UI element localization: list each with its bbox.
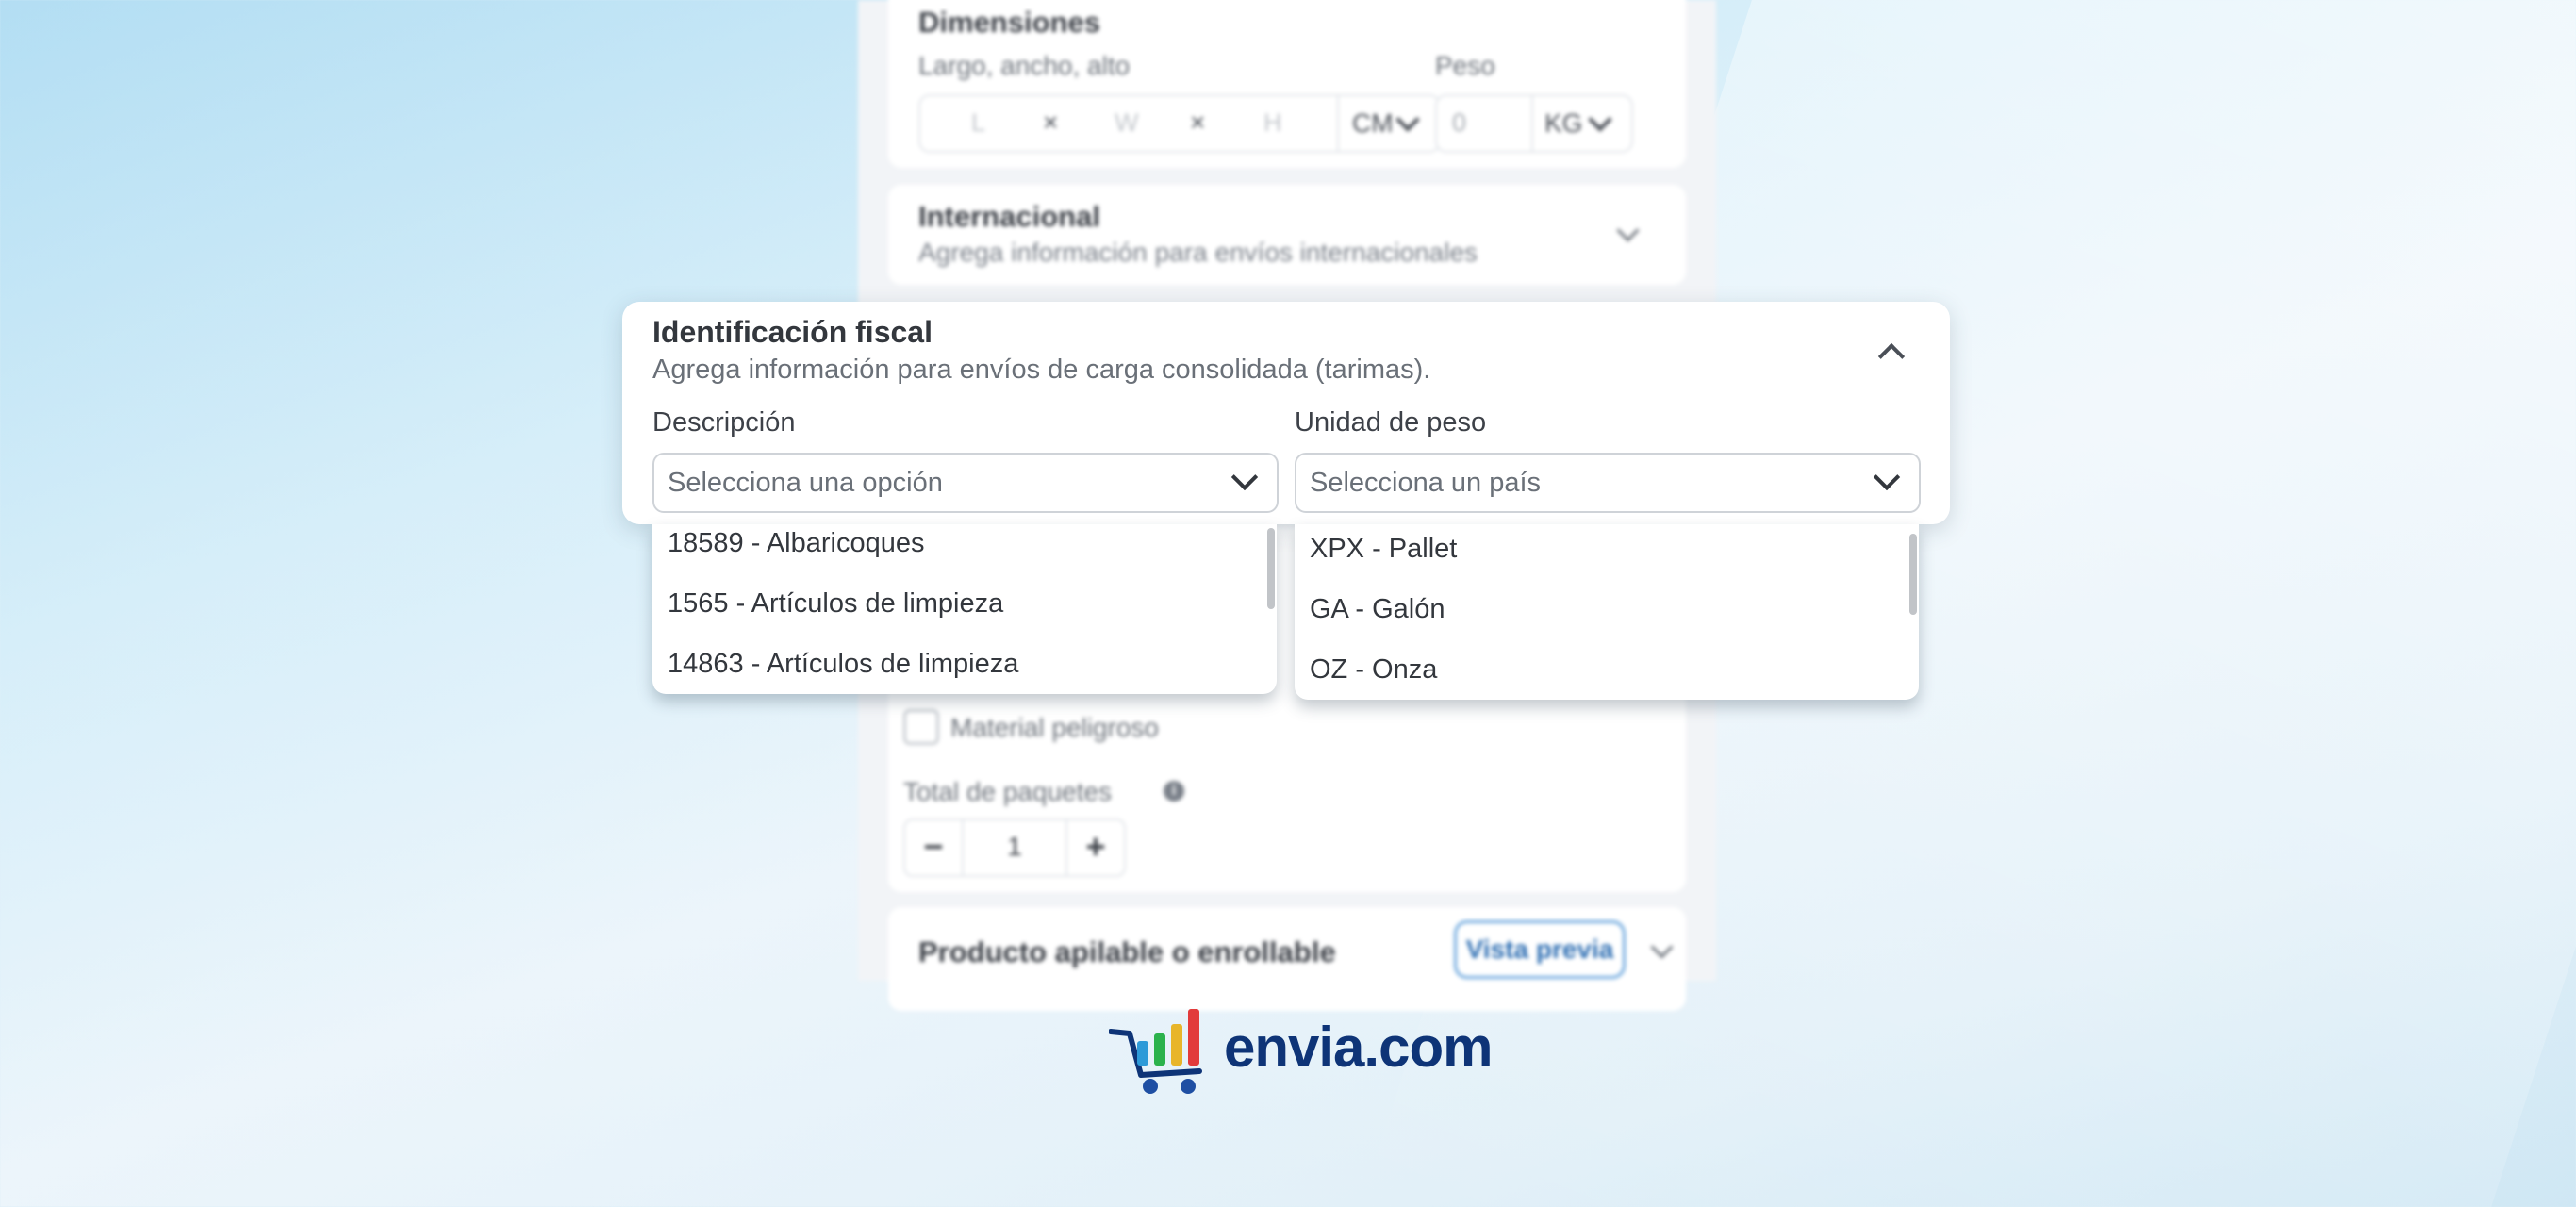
description-dropdown: 18589 - Albaricoques 1565 - Artículos de… <box>652 524 1277 694</box>
dimensions-field[interactable]: L × W × H CM <box>918 94 1441 153</box>
hazmat-checkbox[interactable] <box>903 709 939 745</box>
international-title: Internacional <box>918 200 1100 233</box>
description-label: Descripción <box>652 407 796 438</box>
chevron-down-icon <box>1588 107 1612 132</box>
description-option[interactable]: 18589 - Albaricoques <box>668 528 924 559</box>
international-card[interactable]: Internacional Agrega información para en… <box>888 185 1686 285</box>
packages-stepper[interactable]: − 1 + <box>903 818 1126 877</box>
plus-button[interactable]: + <box>1067 820 1124 875</box>
fiscal-id-subtitle: Agrega información para envíos de carga … <box>652 355 1431 385</box>
times-icon: × <box>1190 107 1206 137</box>
times-icon: × <box>1043 107 1059 137</box>
logo-text: envia.com <box>1224 1016 1493 1079</box>
weight-unit-option[interactable]: GA - Galón <box>1310 594 1445 625</box>
width-placeholder: W <box>1115 108 1139 137</box>
divider <box>1337 96 1339 151</box>
weight-label: Peso <box>1435 51 1495 80</box>
preview-button[interactable]: Vista previa <box>1454 920 1626 979</box>
description-option[interactable]: 14863 - Artículos de limpieza <box>668 649 1018 680</box>
chevron-down-icon <box>1230 463 1259 491</box>
info-icon[interactable]: i <box>1164 781 1184 802</box>
weight-unit-label: Unidad de peso <box>1295 407 1487 438</box>
fiscal-id-panel: Identificación fiscal Agrega información… <box>622 302 1950 524</box>
weight-unit-placeholder: Selecciona un país <box>1310 468 1542 498</box>
weight-unit-option[interactable]: XPX - Pallet <box>1310 534 1457 565</box>
divider <box>962 820 964 875</box>
dimensions-title: Dimensiones <box>918 6 1100 39</box>
minus-button[interactable]: − <box>905 820 962 875</box>
weight-field[interactable]: 0 KG <box>1435 94 1633 153</box>
scrollbar-thumb[interactable] <box>1909 534 1917 615</box>
packages-value[interactable]: 1 <box>986 820 1043 875</box>
weight-placeholder: 0 <box>1452 108 1467 137</box>
weight-unit-option[interactable]: OZ - Onza <box>1310 654 1437 686</box>
description-select[interactable]: Selecciona una opción <box>652 453 1279 513</box>
weight-unit-select[interactable]: KG <box>1544 108 1582 139</box>
stackable-title: Producto apilable o enrollable <box>918 935 1336 968</box>
scrollbar-thumb[interactable] <box>1267 528 1275 609</box>
description-placeholder: Selecciona una opción <box>668 468 943 498</box>
divider <box>1531 96 1533 151</box>
stackable-card[interactable]: Producto apilable o enrollable Vista pre… <box>888 907 1686 1011</box>
chevron-down-icon <box>1395 107 1420 132</box>
weight-unit-select[interactable]: Selecciona un país <box>1295 453 1921 513</box>
length-placeholder: L <box>971 108 986 137</box>
hazmat-label: Material peligroso <box>950 713 1159 742</box>
packages-label: Total de paquetes <box>903 777 1113 806</box>
length-unit-select[interactable]: CM <box>1352 108 1394 139</box>
cart-icon <box>1109 1009 1202 1094</box>
description-option[interactable]: 1565 - Artículos de limpieza <box>668 588 1003 620</box>
dimensions-label: Largo, ancho, alto <box>918 51 1131 80</box>
chevron-down-icon[interactable] <box>1650 935 1674 959</box>
chevron-down-icon <box>1873 463 1901 491</box>
fiscal-id-title: Identificación fiscal <box>652 315 933 349</box>
dimensions-card: Dimensiones Largo, ancho, alto Peso L × … <box>888 0 1686 168</box>
weight-unit-dropdown: XPX - Pallet GA - Galón OZ - Onza <box>1295 524 1919 700</box>
chevron-up-icon[interactable] <box>1877 342 1906 371</box>
height-placeholder: H <box>1263 108 1282 137</box>
chevron-down-icon[interactable] <box>1616 219 1640 242</box>
envia-logo: envia.com <box>1109 1005 1493 1100</box>
international-subtitle: Agrega información para envíos internaci… <box>918 238 1478 267</box>
